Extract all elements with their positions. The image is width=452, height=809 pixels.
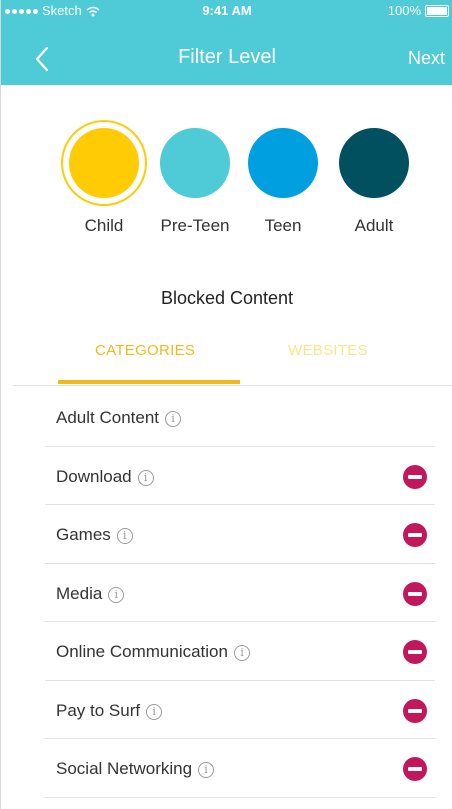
next-button[interactable]: Next bbox=[408, 48, 445, 69]
battery-percent: 100% bbox=[387, 3, 421, 18]
category-label: Adult Content bbox=[56, 408, 160, 427]
info-icon[interactable]: i bbox=[165, 411, 182, 427]
remove-button[interactable] bbox=[403, 464, 427, 489]
remove-button[interactable] bbox=[403, 581, 427, 606]
category-label: Social Networking bbox=[56, 759, 193, 778]
battery-icon bbox=[425, 5, 449, 17]
filter-level-screen: Sketch 9:41 AM 100% Filter Level Next Ch… bbox=[0, 0, 452, 809]
category-label: Media bbox=[56, 583, 103, 603]
info-icon[interactable]: i bbox=[198, 762, 215, 778]
status-right: 100% bbox=[388, 0, 449, 22]
list-item: Social Networking i bbox=[1, 739, 452, 798]
divider bbox=[13, 385, 452, 386]
info-icon[interactable]: i bbox=[146, 703, 163, 720]
level-circle bbox=[339, 128, 409, 198]
tab-categories[interactable]: CATEGORIES bbox=[95, 342, 195, 359]
info-icon[interactable]: i bbox=[108, 586, 125, 603]
remove-button[interactable] bbox=[403, 523, 427, 547]
active-tab-indicator bbox=[58, 380, 240, 384]
info-icon[interactable]: i bbox=[116, 528, 133, 544]
info-icon[interactable]: i bbox=[233, 645, 250, 661]
filter-level-selector: Child Pre-Teen Teen Adult bbox=[1, 120, 452, 250]
level-label: Adult bbox=[354, 216, 394, 235]
divider bbox=[45, 796, 435, 798]
remove-button[interactable] bbox=[403, 757, 427, 781]
nav-bar: Filter Level Next bbox=[1, 36, 452, 80]
level-circle bbox=[69, 128, 139, 198]
level-circle bbox=[160, 128, 230, 198]
tab-websites[interactable]: WEBSITES bbox=[288, 342, 368, 359]
list-item: Adult Content i bbox=[1, 388, 452, 447]
remove-button[interactable] bbox=[403, 698, 427, 723]
remove-button[interactable] bbox=[403, 640, 427, 664]
list-item: Download i bbox=[1, 447, 452, 505]
page-title: Filter Level bbox=[178, 46, 276, 68]
list-item: Online Communication i bbox=[1, 622, 452, 681]
list-item: Pay to Surf i bbox=[1, 681, 452, 739]
category-label: Download bbox=[56, 466, 132, 486]
list-item: Games i bbox=[1, 505, 452, 564]
status-bar: Sketch 9:41 AM 100% bbox=[1, 0, 452, 22]
category-list: Adult Content i Download i Games i Media i O… bbox=[1, 388, 452, 798]
level-adult[interactable]: Adult bbox=[319, 120, 429, 236]
status-time: 9:41 AM bbox=[202, 3, 252, 18]
category-label: Games bbox=[56, 525, 111, 544]
level-circle bbox=[248, 128, 318, 198]
content-tabs: CATEGORIES WEBSITES bbox=[1, 340, 452, 386]
blocked-content-title: Blocked Content bbox=[160, 288, 294, 308]
category-label: Pay to Surf bbox=[56, 700, 141, 720]
info-icon[interactable]: i bbox=[137, 469, 154, 486]
category-label: Online Communication bbox=[56, 642, 228, 661]
list-item: Media i bbox=[1, 564, 452, 622]
header: Sketch 9:41 AM 100% Filter Level Next bbox=[1, 0, 452, 85]
